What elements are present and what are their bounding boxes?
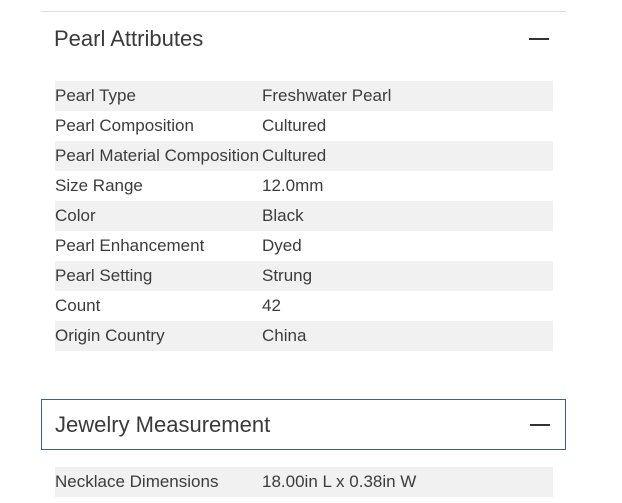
pearl-attributes-table: Pearl Type Freshwater Pearl Pearl Compos… [55,81,553,351]
attribute-label: Pearl Composition [55,116,194,135]
attribute-label: Necklace Dimensions [55,467,262,497]
attribute-value: Black [262,201,553,231]
table-row: Count 42 [55,291,553,321]
attribute-value: Cultured [262,141,553,171]
attribute-label: Pearl Type [55,81,262,111]
attribute-value: China [262,321,553,351]
attribute-label: Pearl Setting [55,261,262,291]
attribute-value: 42 [262,296,281,315]
attribute-value: Freshwater Pearl [262,81,553,111]
attribute-label: Size Range [55,176,143,195]
table-row: Pearl Composition Cultured [55,111,553,141]
table-row: Color Black [55,201,553,231]
table-row: Origin Country China [55,321,553,351]
minus-icon[interactable] [530,423,550,426]
attribute-label: Origin Country [55,321,262,351]
attribute-label: Color [55,201,262,231]
attribute-value: Cultured [262,116,327,135]
attribute-label: Count [55,296,101,315]
jewelry-measurement-header[interactable]: Jewelry Measurement [41,399,566,450]
attribute-value: Strung [262,261,553,291]
jewelry-measurement-table: Necklace Dimensions 18.00in L x 0.38in W [55,467,553,497]
attribute-value: 12.0mm [262,176,324,195]
attribute-value: Dyed [262,236,302,255]
top-divider [41,11,566,12]
minus-icon[interactable] [529,37,549,40]
table-row: Pearl Material Composition Cultured [55,141,553,171]
table-row: Pearl Setting Strung [55,261,553,291]
product-specs-panel: Pearl Attributes Pearl Type Freshwater P… [0,0,622,503]
pearl-attributes-title: Pearl Attributes [54,25,204,51]
attribute-label: Pearl Material Composition [55,141,262,171]
jewelry-measurement-title: Jewelry Measurement [55,411,271,437]
table-row: Pearl Enhancement Dyed [55,231,553,261]
attribute-value: 18.00in L x 0.38in W [262,467,553,497]
pearl-attributes-header[interactable]: Pearl Attributes [41,13,564,64]
attribute-label: Pearl Enhancement [55,236,205,255]
table-row: Size Range 12.0mm [55,171,553,201]
table-row: Necklace Dimensions 18.00in L x 0.38in W [55,467,553,497]
table-row: Pearl Type Freshwater Pearl [55,81,553,111]
